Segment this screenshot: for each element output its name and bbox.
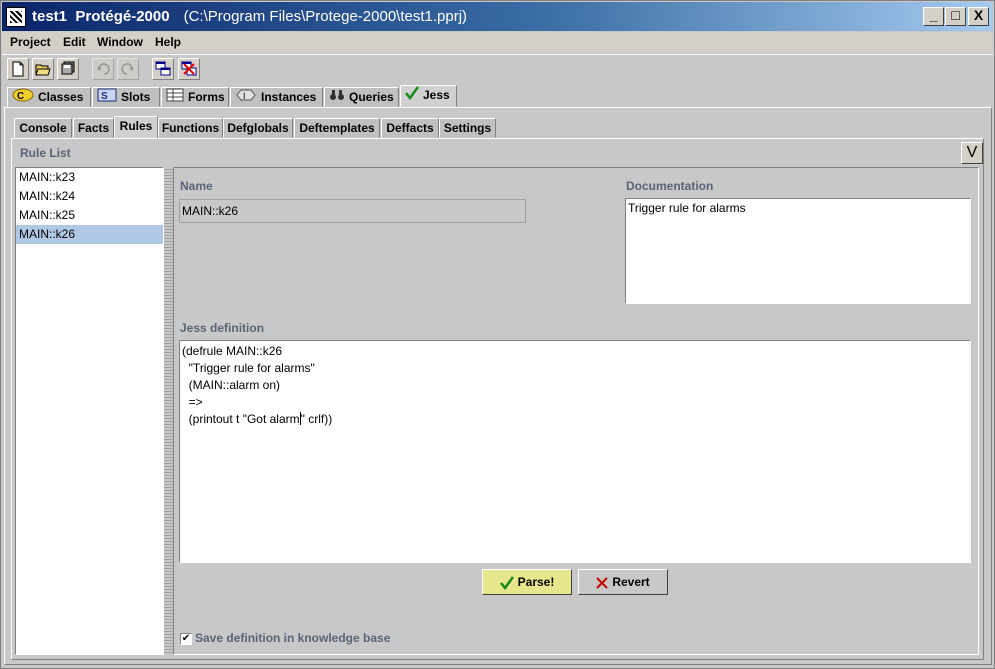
subtab-rules[interactable]: Rules <box>114 116 158 138</box>
menu-help[interactable]: Help <box>155 35 181 49</box>
documentation-label: Documentation <box>626 179 714 193</box>
window-title-name: test1 Protégé-2000 <box>32 8 170 25</box>
new-project-button[interactable] <box>7 58 29 80</box>
undo-button[interactable] <box>92 58 114 80</box>
copy-windows-icon <box>155 61 171 76</box>
code-segment: " crlf)) <box>300 412 333 426</box>
save-project-button[interactable] <box>57 58 79 80</box>
instances-icon: I <box>235 88 257 107</box>
jess-definition-editor[interactable]: (defrule MAIN::k26 "Trigger rule for ala… <box>179 340 971 563</box>
subtab-facts[interactable]: Facts <box>73 118 114 138</box>
maximize-button[interactable]: □ <box>945 7 966 26</box>
tab-slots-label: Slots <box>121 90 151 104</box>
close-icon: X <box>973 7 984 23</box>
open-folder-icon <box>35 64 51 76</box>
subtab-defglobals[interactable]: Defglobals <box>223 118 293 138</box>
close-windows-icon <box>181 61 197 76</box>
menu-edit[interactable]: Edit <box>63 35 86 49</box>
svg-text:I: I <box>243 91 246 101</box>
window-title-path: (C:\Program Files\Protege-2000\test1.ppr… <box>183 8 468 25</box>
parse-button[interactable]: Parse! <box>482 569 572 595</box>
tab-queries-label: Queries <box>349 90 394 104</box>
menu-window[interactable]: Window <box>97 35 143 49</box>
close-button[interactable]: X <box>968 7 989 26</box>
rule-list-toggle-button[interactable]: V <box>961 142 983 164</box>
subtab-functions[interactable]: Functions <box>158 118 223 138</box>
list-item-selected[interactable]: MAIN::k26 <box>16 225 163 244</box>
tab-jess-label: Jess <box>423 88 450 102</box>
list-item[interactable]: MAIN::k23 <box>16 168 163 187</box>
code-line: => <box>182 395 203 409</box>
app-window: test1 Protégé-2000 (C:\Program Files\Prot… <box>0 0 995 669</box>
undo-icon <box>97 63 110 75</box>
close-all-windows-button[interactable] <box>178 58 200 80</box>
name-label: Name <box>180 179 213 193</box>
tab-forms[interactable]: Forms <box>161 87 229 107</box>
svg-text:S: S <box>101 91 108 102</box>
minimize-icon: _ <box>929 7 938 23</box>
tab-classes[interactable]: C Classes <box>7 87 91 107</box>
code-line: (defrule MAIN::k26 <box>182 344 283 358</box>
code-line: "Trigger rule for alarms" <box>182 361 315 375</box>
title-bar[interactable]: test1 Protégé-2000 (C:\Program Files\Prot… <box>2 2 993 31</box>
code-line-with-caret: (printout t "Got alarm" crlf)) <box>182 411 968 428</box>
tab-jess[interactable]: Jess <box>400 85 457 107</box>
checkmark-icon <box>499 576 514 590</box>
code-segment: (printout t "Got alarm <box>182 412 300 426</box>
main-tab-bar: C Classes S Slots Forms I Instances Queries… <box>2 85 993 107</box>
rule-list-label: Rule List <box>20 146 71 160</box>
revert-button[interactable]: Revert <box>578 569 668 595</box>
toolbar <box>2 54 993 84</box>
split-pane-divider[interactable] <box>164 167 173 655</box>
red-x-icon <box>596 577 609 589</box>
window-title: test1 Protégé-2000 (C:\Program Files\Prot… <box>32 8 467 25</box>
redo-button[interactable] <box>117 58 139 80</box>
list-item[interactable]: MAIN::k25 <box>16 206 163 225</box>
open-project-button[interactable] <box>32 58 54 80</box>
tab-instances[interactable]: I Instances <box>230 87 323 107</box>
subtab-deftemplates[interactable]: Deftemplates <box>294 118 380 138</box>
subtab-console[interactable]: Console <box>14 118 72 138</box>
code-line: (MAIN::alarm on) <box>182 378 281 392</box>
binoculars-icon <box>329 88 345 107</box>
save-definition-label: Save definition in knowledge base <box>195 631 391 645</box>
protege-app-icon <box>6 7 26 27</box>
rules-panel: Rule List V MAIN::k23 MAIN::k24 MAIN::k2… <box>11 138 984 660</box>
subtab-settings[interactable]: Settings <box>439 118 496 138</box>
slots-icon: S <box>97 88 117 107</box>
save-icon <box>61 61 75 75</box>
tab-instances-label: Instances <box>261 90 317 104</box>
rule-list: MAIN::k23 MAIN::k24 MAIN::k25 MAIN::k26 <box>15 167 164 655</box>
tab-forms-label: Forms <box>188 90 225 104</box>
tab-classes-label: Classes <box>38 90 84 104</box>
menu-project[interactable]: Project <box>10 35 51 49</box>
svg-text:C: C <box>17 91 24 102</box>
parse-button-label: Parse! <box>517 575 555 589</box>
new-file-icon <box>12 61 24 77</box>
classes-icon: C <box>12 88 34 107</box>
jess-tab-panel: Console Facts Rules Functions Defglobals… <box>4 107 992 665</box>
save-definition-checkbox[interactable]: ✔ <box>180 633 192 645</box>
documentation-field[interactable]: Trigger rule for alarms <box>625 198 971 304</box>
menu-bar: Project Edit Window Help <box>2 32 993 53</box>
minimize-button[interactable]: _ <box>923 7 944 26</box>
cascade-windows-button[interactable] <box>152 58 174 80</box>
maximize-icon: □ <box>951 7 960 23</box>
subtab-deffacts[interactable]: Deffacts <box>381 118 439 138</box>
tab-queries[interactable]: Queries <box>324 87 399 107</box>
revert-button-label: Revert <box>612 575 650 589</box>
list-item[interactable]: MAIN::k24 <box>16 187 163 206</box>
rule-detail-panel: Name MAIN::k26 Documentation Trigger rul… <box>173 167 979 655</box>
tab-slots[interactable]: S Slots <box>92 87 160 107</box>
forms-icon <box>166 88 184 107</box>
redo-icon <box>121 63 134 75</box>
checkmark-icon <box>405 86 420 105</box>
rule-name-field[interactable]: MAIN::k26 <box>179 199 526 223</box>
jess-definition-label: Jess definition <box>180 321 265 335</box>
